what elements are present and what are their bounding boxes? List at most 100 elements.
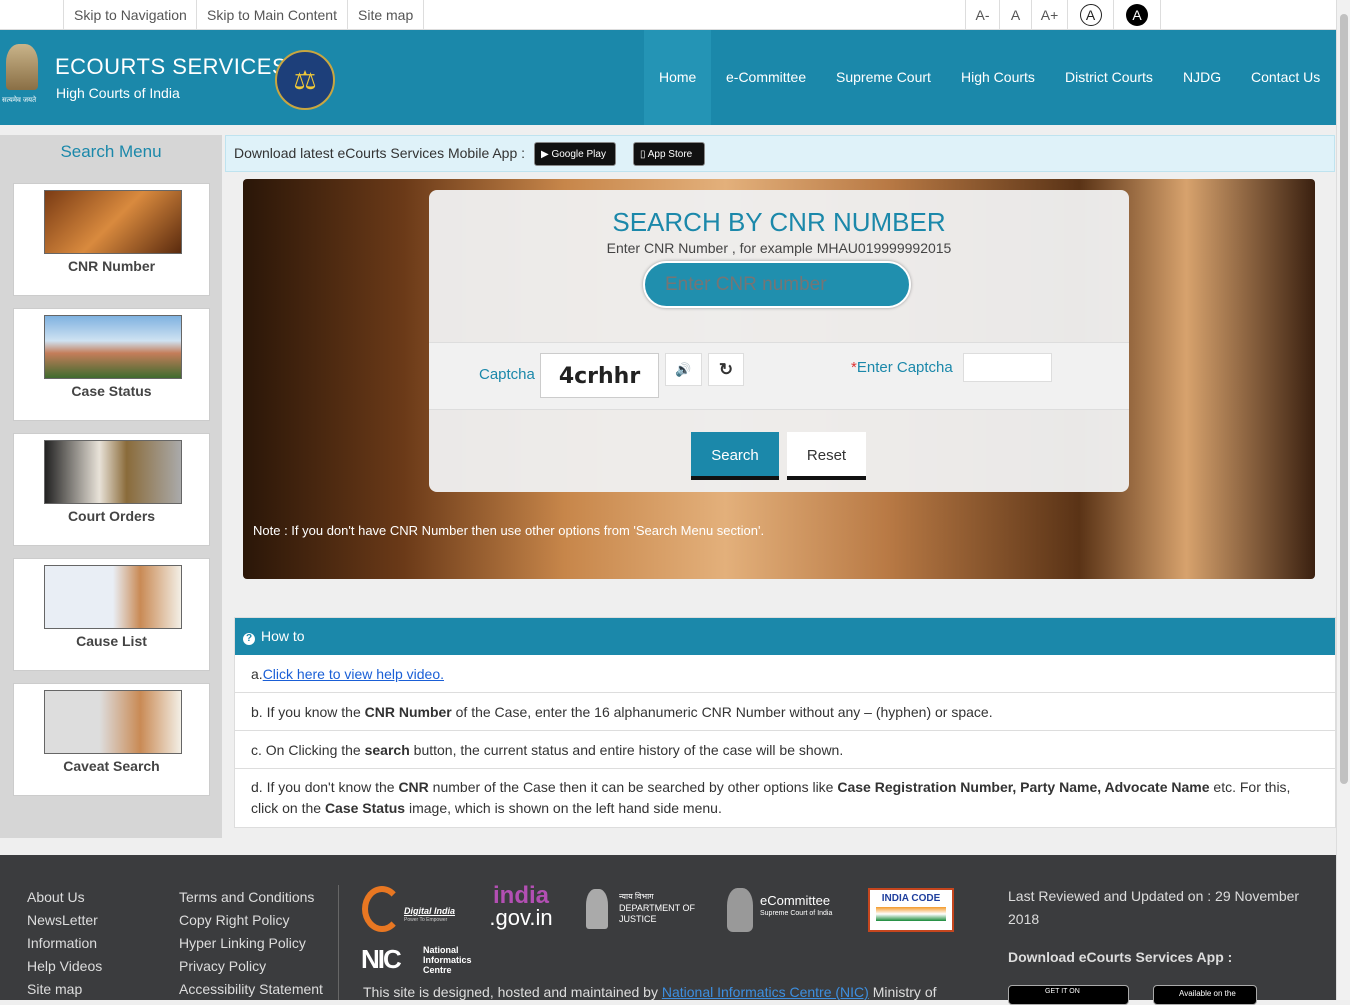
reset-button[interactable]: Reset: [787, 432, 866, 480]
footer-link-hyperlinking[interactable]: Hyper Linking Policy: [179, 932, 323, 955]
footer-app-store-badge[interactable]: Available on the: [1153, 985, 1257, 1005]
app-store-badge[interactable]: ▯ App Store: [633, 142, 705, 166]
item-prefix: a.: [251, 665, 263, 682]
font-decrease-button[interactable]: A-: [965, 0, 999, 30]
footer-link-privacy[interactable]: Privacy Policy: [179, 955, 323, 978]
nav-contact-us[interactable]: Contact Us: [1236, 30, 1335, 125]
menu-card-label: Caveat Search: [63, 758, 160, 774]
menu-card-caveat-search[interactable]: Caveat Search: [13, 683, 210, 796]
item-text: d. If you don't know the CNR number of t…: [251, 779, 1291, 816]
form-hint: Enter CNR Number , for example MHAU01999…: [606, 240, 952, 256]
how-to-header: ? How to: [235, 618, 1335, 655]
last-updated-text: Last Reviewed and Updated on : 29 Novemb…: [1008, 888, 1300, 927]
site-footer: About Us NewsLetter Information Help Vid…: [0, 855, 1336, 1005]
normal-contrast-button[interactable]: A: [1067, 0, 1113, 30]
cause-list-image: [44, 565, 182, 629]
footer-link-information[interactable]: Information: [27, 932, 102, 955]
ecourts-seal-logo: ⚖: [275, 50, 335, 110]
question-circle-icon: ?: [243, 633, 255, 645]
site-map-link[interactable]: Site map: [347, 0, 425, 30]
download-app-heading: Download eCourts Services App :: [1008, 949, 1233, 965]
india-gov-logo[interactable]: india .gov.in: [485, 884, 557, 929]
scrollbar-thumb[interactable]: [1340, 14, 1348, 784]
nav-district-courts[interactable]: District Courts: [1050, 30, 1168, 125]
caveat-search-image: [44, 690, 182, 754]
footer-links-col1: About Us NewsLetter Information Help Vid…: [27, 886, 102, 1001]
footer-link-terms[interactable]: Terms and Conditions: [179, 886, 323, 909]
mobile-app-banner: Download latest eCourts Services Mobile …: [225, 135, 1335, 172]
captcha-input[interactable]: [963, 353, 1052, 382]
nav-high-courts[interactable]: High Courts: [946, 30, 1050, 125]
department-of-justice-logo[interactable]: न्याय विभाग DEPARTMENT OF JUSTICE: [586, 889, 701, 933]
font-normal-button[interactable]: A: [999, 0, 1031, 30]
menu-card-label: Case Status: [71, 383, 152, 399]
footer-link-accessibility[interactable]: Accessibility Statement: [179, 978, 323, 1001]
cnr-number-input[interactable]: [643, 261, 911, 308]
font-increase-button[interactable]: A+: [1031, 0, 1067, 30]
enter-captcha-label: *Enter Captcha: [851, 359, 953, 376]
speaker-icon: 🔊: [675, 362, 692, 377]
search-note: Note : If you don't have CNR Number then…: [253, 523, 765, 538]
india-code-logo[interactable]: INDIA CODE: [868, 888, 954, 932]
site-subtitle: High Courts of India: [56, 85, 180, 101]
menu-card-case-status[interactable]: Case Status: [13, 308, 210, 421]
captcha-refresh-button[interactable]: ↻: [708, 353, 744, 386]
digital-india-logo[interactable]: Digital India Power To Empower: [362, 886, 456, 934]
cnr-number-image: [44, 190, 182, 254]
search-button[interactable]: Search: [691, 432, 779, 480]
captcha-image: 4crhhr: [540, 353, 659, 398]
skip-to-navigation-link[interactable]: Skip to Navigation: [63, 0, 197, 30]
case-status-image: [44, 315, 182, 379]
nav-home[interactable]: Home: [644, 30, 712, 125]
how-to-panel: ? How to a. Click here to view help video.…: [234, 617, 1336, 828]
footer-google-play-badge[interactable]: GET IT ON: [1008, 985, 1129, 1005]
footer-link-site-map[interactable]: Site map: [27, 978, 102, 1001]
skip-to-main-content-link[interactable]: Skip to Main Content: [196, 0, 347, 30]
menu-card-cnr-number[interactable]: CNR Number: [13, 183, 210, 296]
footer-link-about-us[interactable]: About Us: [27, 886, 102, 909]
how-to-item-c: c. On Clicking the search button, the cu…: [235, 731, 1335, 769]
footer-link-help-videos[interactable]: Help Videos: [27, 955, 102, 978]
menu-card-label: CNR Number: [67, 258, 156, 274]
nav-e-committee[interactable]: e-Committee: [711, 30, 821, 125]
enter-captcha-text: Enter Captcha: [856, 359, 953, 376]
how-to-item-d: d. If you don't know the CNR number of t…: [235, 769, 1335, 827]
court-orders-image: [44, 440, 182, 504]
how-to-item-a: a. Click here to view help video.: [235, 655, 1335, 693]
help-video-link[interactable]: Click here to view help video.: [263, 666, 444, 682]
how-to-item-b: b. If you know the CNR Number of the Cas…: [235, 693, 1335, 731]
top-utility-bar: Skip to Navigation Skip to Main Content …: [0, 0, 1336, 30]
national-emblem-logo: [6, 44, 38, 90]
menu-card-cause-list[interactable]: Cause List: [13, 558, 210, 671]
refresh-icon: ↻: [718, 360, 734, 379]
captcha-label: Captcha: [479, 366, 535, 383]
footer-link-copyright[interactable]: Copy Right Policy: [179, 909, 323, 932]
footer-divider: [338, 885, 339, 1000]
nic-logo[interactable]: NIC National Informatics Centre: [361, 945, 481, 975]
captcha-audio-button[interactable]: 🔊: [665, 353, 702, 386]
menu-card-court-orders[interactable]: Court Orders: [13, 433, 210, 546]
normal-contrast-icon: A: [1079, 4, 1102, 26]
ecommittee-logo[interactable]: eCommittee Supreme Court of India: [727, 888, 847, 934]
site-title: ECOURTS SERVICES: [55, 54, 288, 79]
high-contrast-button[interactable]: A: [1113, 0, 1161, 30]
nic-link[interactable]: National Informatics Centre (NIC): [662, 984, 869, 1000]
menu-card-label: Cause List: [76, 633, 147, 649]
page-scrollbar[interactable]: [1336, 0, 1350, 1000]
mobile-app-banner-text: Download latest eCourts Services Mobile …: [234, 145, 526, 161]
designed-by-text: This site is designed, hosted and mainta…: [363, 984, 937, 1000]
high-contrast-icon: A: [1126, 4, 1148, 26]
emblem-motto: सत्यमेव जयते: [2, 97, 37, 104]
nav-supreme-court[interactable]: Supreme Court: [821, 30, 946, 125]
how-to-title: How to: [261, 628, 305, 644]
footer-links-col2: Terms and Conditions Copy Right Policy H…: [179, 886, 323, 1001]
item-text: c. On Clicking the search button, the cu…: [251, 741, 844, 758]
google-play-badge[interactable]: ▶ Google Play: [534, 142, 616, 166]
form-title: SEARCH BY CNR NUMBER: [612, 207, 946, 237]
search-menu-title: Search Menu: [60, 142, 162, 161]
nav-njdg[interactable]: NJDG: [1168, 30, 1236, 125]
cnr-search-form: SEARCH BY CNR NUMBER Enter CNR Number , …: [429, 190, 1129, 492]
menu-card-label: Court Orders: [67, 508, 156, 524]
footer-link-newsletter[interactable]: NewsLetter: [27, 909, 102, 932]
item-text: b. If you know the CNR Number of the Cas…: [251, 703, 993, 720]
